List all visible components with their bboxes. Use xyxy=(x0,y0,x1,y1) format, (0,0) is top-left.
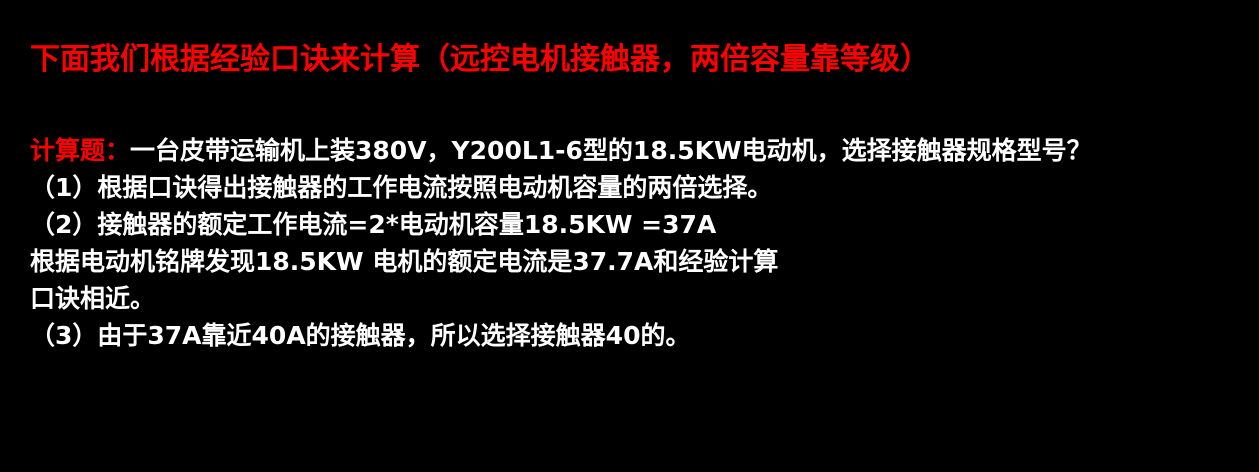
slide: 下面我们根据经验口诀来计算（远控电机接触器，两倍容量靠等级） 计算题：一台皮带运… xyxy=(0,0,1259,472)
nameplate-note-continued-line: 口诀相近。 xyxy=(30,284,156,313)
slide-title: 下面我们根据经验口诀来计算（远控电机接触器，两倍容量靠等级） xyxy=(30,42,930,77)
slide-body: 计算题：一台皮带运输机上装380V，Y200L1-6型的18.5KW电动机，选择… xyxy=(30,132,1245,354)
question-label: 计算题： xyxy=(30,136,131,165)
step-1-line: （1）根据口诀得出接触器的工作电流按照电动机容量的两倍选择。 xyxy=(30,173,773,202)
nameplate-note-line: 根据电动机铭牌发现18.5KW 电机的额定电流是37.7A和经验计算 xyxy=(30,247,779,276)
step-3-line: （3）由于37A靠近40A的接触器，所以选择接触器40的。 xyxy=(30,321,691,350)
step-2-line: （2）接触器的额定工作电流=2*电动机容量18.5KW =37A xyxy=(30,210,717,239)
question-paragraph: 计算题：一台皮带运输机上装380V，Y200L1-6型的18.5KW电动机，选择… xyxy=(30,132,1235,169)
question-text: 一台皮带运输机上装380V，Y200L1-6型的18.5KW电动机，选择接触器规… xyxy=(130,136,1092,165)
